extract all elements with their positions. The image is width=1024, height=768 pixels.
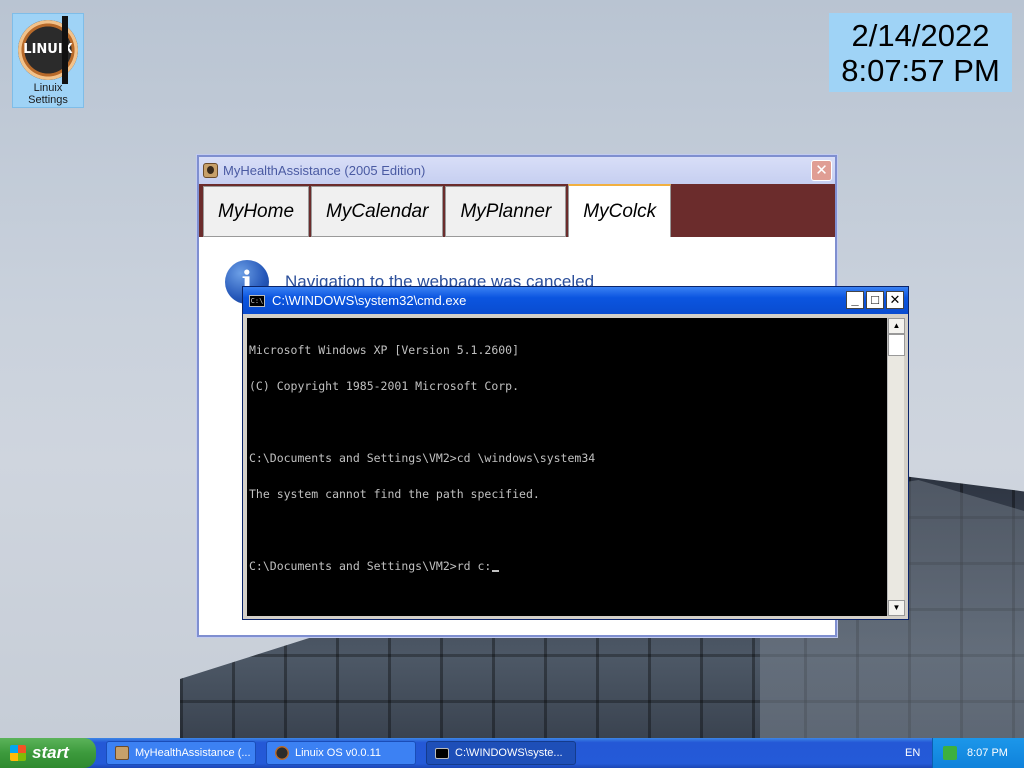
health-tab-bar: MyHome MyCalendar MyPlanner MyColck — [199, 184, 835, 237]
console-prompt: C:\Documents and Settings\VM2>rd c: — [249, 559, 492, 573]
tab-myplanner[interactable]: MyPlanner — [445, 186, 567, 237]
console-prompt-line: C:\Documents and Settings\VM2>rd c: — [249, 560, 885, 572]
scroll-thumb[interactable] — [888, 334, 905, 356]
taskbar: start MyHealthAssistance (... Linuix OS … — [0, 738, 1024, 768]
clock-widget: 2/14/2022 8:07:57 PM — [829, 13, 1012, 92]
cmd-scrollbar[interactable]: ▲ ▼ — [887, 318, 905, 616]
linuix-logo-icon: LINUIX — [18, 16, 78, 84]
text-cursor — [492, 570, 500, 572]
language-indicator[interactable]: EN — [905, 738, 920, 768]
console-line: (C) Copyright 1985-2001 Microsoft Corp. — [249, 379, 520, 393]
close-button[interactable]: ✕ — [886, 291, 904, 309]
app-face-icon — [115, 746, 129, 760]
taskbar-item-myhealth[interactable]: MyHealthAssistance (... — [106, 741, 256, 765]
taskbar-item-cmd[interactable]: C:\WINDOWS\syste... — [426, 741, 576, 765]
taskbar-item-label: Linuix OS v0.0.11 — [295, 747, 382, 759]
start-label: start — [32, 743, 69, 762]
minimize-button[interactable]: _ — [846, 291, 864, 309]
windows-flag-icon — [10, 745, 26, 761]
cmd-icon — [435, 747, 449, 759]
scroll-up-icon[interactable]: ▲ — [888, 318, 905, 334]
health-window-title: MyHealthAssistance (2005 Edition) — [223, 163, 426, 178]
cmd-window: C:\ C:\WINDOWS\system32\cmd.exe _ □ ✕ Mi… — [242, 286, 909, 620]
logo-bar — [62, 16, 68, 84]
tab-mycalendar[interactable]: MyCalendar — [311, 186, 444, 237]
console-line: The system cannot find the path specifie… — [249, 487, 540, 501]
cmd-window-title: C:\WINDOWS\system32\cmd.exe — [272, 293, 467, 308]
system-tray: 8:07 PM — [932, 738, 1024, 768]
console-line: C:\Documents and Settings\VM2>cd \window… — [249, 451, 596, 465]
cmd-window-controls: _ □ ✕ — [846, 291, 904, 309]
health-window-close-button[interactable]: ✕ — [811, 160, 832, 181]
tab-myhome[interactable]: MyHome — [203, 186, 310, 237]
linuix-logo-icon — [275, 746, 289, 760]
tab-mycolck[interactable]: MyColck — [568, 184, 672, 237]
taskbar-item-label: C:\WINDOWS\syste... — [455, 747, 563, 759]
cmd-icon: C:\ — [249, 294, 265, 307]
console-output[interactable]: Microsoft Windows XP [Version 5.1.2600] … — [247, 318, 887, 616]
tray-clock[interactable]: 8:07 PM — [967, 747, 1008, 759]
scroll-down-icon[interactable]: ▼ — [888, 600, 905, 616]
desktop-icon-linuix-settings[interactable]: LINUIX Linuix Settings — [12, 13, 84, 108]
maximize-button[interactable]: □ — [866, 291, 884, 309]
app-face-icon — [203, 163, 218, 178]
network-icon[interactable] — [943, 746, 957, 760]
clock-date: 2/14/2022 — [851, 18, 990, 53]
console-line: Microsoft Windows XP [Version 5.1.2600] — [249, 343, 520, 357]
taskbar-item-linuix[interactable]: Linuix OS v0.0.11 — [266, 741, 416, 765]
start-button[interactable]: start — [0, 738, 96, 768]
taskbar-item-label: MyHealthAssistance (... — [135, 747, 251, 759]
clock-time: 8:07:57 PM — [841, 53, 1000, 88]
health-window-titlebar[interactable]: MyHealthAssistance (2005 Edition) — [199, 157, 835, 184]
cmd-titlebar[interactable]: C:\ C:\WINDOWS\system32\cmd.exe — [243, 287, 908, 314]
desktop-icon-label: Linuix Settings — [28, 82, 68, 106]
